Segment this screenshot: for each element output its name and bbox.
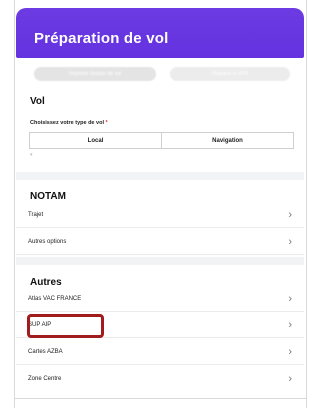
app-frame: Préparation de vol Imprimer dossier de v… <box>0 0 309 408</box>
page-title: Préparation de vol <box>34 30 169 47</box>
list-item-zone-centre[interactable]: Zone Centre › <box>16 368 304 392</box>
chevron-right-icon: › <box>288 319 292 331</box>
list-item-cartes-azba[interactable]: Cartes AZBA › <box>16 341 304 365</box>
chevron-right-icon: › <box>288 346 292 358</box>
chevron-right-icon: › <box>288 209 292 221</box>
frame-right-border <box>306 0 307 408</box>
list-item-label: Zone Centre <box>28 376 62 382</box>
list-item-label: Atlas VAC FRANCE <box>28 296 82 302</box>
flight-type-label-text: Choisissez votre type de vol <box>30 120 104 126</box>
section-divider <box>16 257 304 265</box>
list-item-label: Trajet <box>28 212 44 218</box>
frame-left-border <box>14 0 15 408</box>
chevron-right-icon: › <box>288 373 292 385</box>
flight-type-option-navigation[interactable]: Navigation <box>161 133 293 148</box>
section-title-notam: NOTAM <box>30 191 66 202</box>
list-item-label: Autres options <box>28 239 67 245</box>
list-item-autres-options[interactable]: Autres options › <box>16 231 304 255</box>
frame-bottom-border <box>14 398 306 399</box>
list-item-atlas-vac-france[interactable]: Atlas VAC FRANCE › <box>16 288 304 312</box>
chevron-right-icon: › <box>288 293 292 305</box>
required-marker: * <box>105 120 108 126</box>
list-item-label: Cartes AZBA <box>28 349 63 355</box>
section-title-autres: Autres <box>30 277 62 288</box>
chevron-right-icon: › <box>288 236 292 248</box>
list-item-trajet[interactable]: Trajet › <box>16 204 304 228</box>
flight-type-selector: Local Navigation <box>29 132 294 149</box>
section-divider <box>16 172 304 180</box>
flight-type-option-local[interactable]: Local <box>30 133 161 148</box>
section-title-vol: Vol <box>30 96 45 107</box>
sup-aip-highlight-annotation <box>27 314 104 338</box>
chevron-down-icon[interactable]: ▾ <box>30 152 33 158</box>
print-flight-file-button[interactable]: Imprimer dossier de vol <box>34 67 156 81</box>
prepare-vfr-button[interactable]: Préparer le VFR <box>170 67 290 81</box>
flight-type-label: Choisissez votre type de vol * <box>30 120 108 126</box>
page-header: Préparation de vol <box>16 8 304 58</box>
